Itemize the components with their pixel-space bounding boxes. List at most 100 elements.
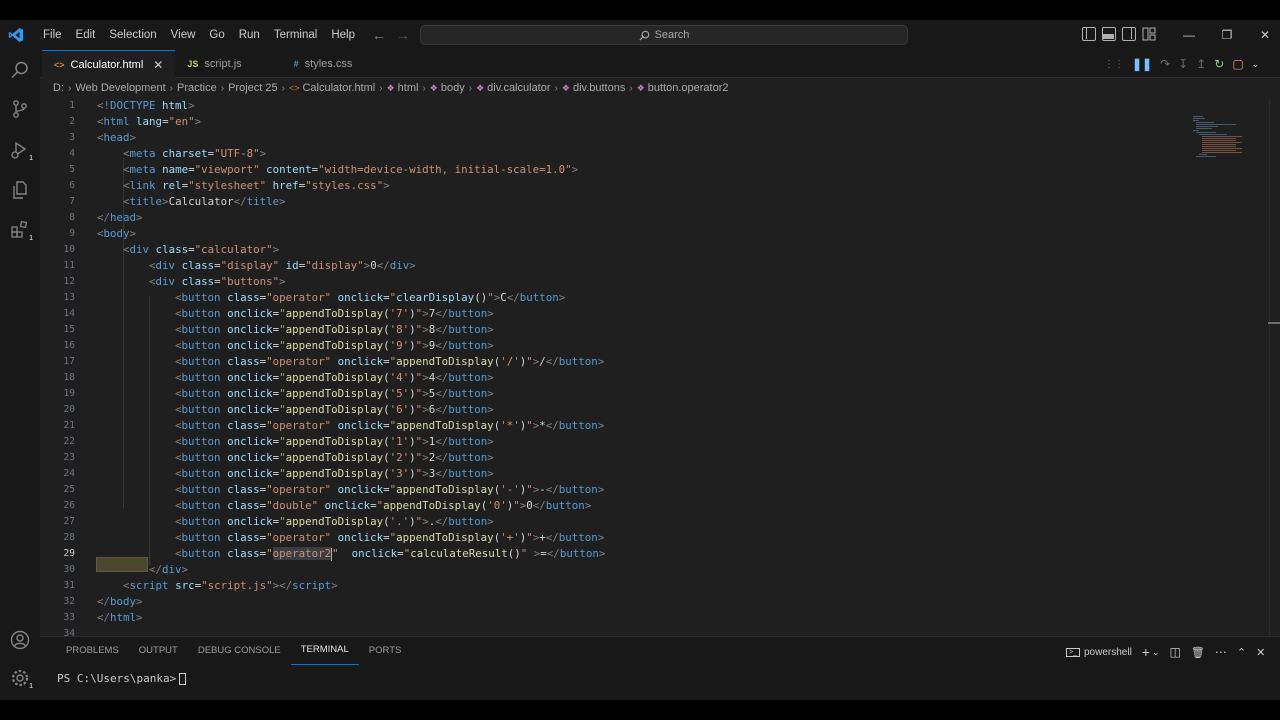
terminal-output[interactable]: PS C:\Users\panka>: [57, 672, 187, 685]
toggle-primary-sidebar-icon[interactable]: [1082, 27, 1096, 41]
code-line: 5 <meta name="viewport" content="width=d…: [69, 163, 579, 176]
nav-arrows: ← →: [372, 20, 410, 50]
tab-label: styles.css: [304, 58, 353, 70]
breadcrumb-item[interactable]: body: [441, 82, 465, 94]
menu-run[interactable]: Run: [232, 20, 267, 50]
extensions-icon[interactable]: 1: [8, 218, 33, 242]
chevron-right-icon: ›: [220, 82, 225, 94]
code-line: 8 </head>: [69, 211, 143, 224]
breadcrumb-item[interactable]: Practice: [177, 82, 217, 94]
breadcrumb-item[interactable]: div.buttons: [573, 82, 625, 94]
manage-badge: 1: [29, 683, 33, 690]
menu-go[interactable]: Go: [202, 20, 231, 50]
tab-debug-console[interactable]: DEBUG CONSOLE: [188, 637, 291, 665]
tab-calculator-html[interactable]: <> Calculator.html ✕: [42, 50, 176, 78]
chevron-right-icon: ›: [554, 82, 558, 94]
tab-problems[interactable]: PROBLEMS: [56, 637, 129, 665]
code-line: 28 <button class="operator" onclick="app…: [63, 531, 605, 544]
terminal-shell-label[interactable]: powershell: [1084, 647, 1132, 658]
tab-label: script.js: [204, 58, 242, 70]
menu-file[interactable]: File: [36, 20, 69, 50]
close-icon[interactable]: ✕: [153, 58, 163, 72]
restart-icon[interactable]: ↻: [1214, 57, 1224, 71]
stop-icon[interactable]: ▢: [1232, 57, 1243, 71]
debug-toolbar: ⋮⋮ ❚❚ ↷ ↧ ↥ ↻ ▢ ⌄: [1104, 54, 1259, 74]
forward-arrow-icon[interactable]: →: [396, 27, 410, 43]
menu-terminal[interactable]: Terminal: [267, 20, 324, 50]
chevron-right-icon: ›: [169, 82, 173, 94]
menu-edit[interactable]: Edit: [69, 20, 103, 50]
accounts-icon[interactable]: [8, 628, 32, 652]
tab-styles-css[interactable]: # styles.css: [282, 50, 365, 78]
code-line-current: 29 <button class="operator2" onclick="ca…: [63, 547, 606, 561]
minimap[interactable]: [1193, 116, 1249, 160]
step-out-icon[interactable]: ↥: [1196, 57, 1206, 71]
minimize-icon[interactable]: —: [1170, 20, 1208, 50]
js-file-icon: JS: [187, 59, 199, 69]
code-line: 26 <button class="double" onclick="appen…: [63, 499, 592, 512]
breadcrumb-item[interactable]: D:: [53, 82, 64, 94]
split-terminal-icon[interactable]: ◫: [1170, 645, 1181, 659]
breadcrumb-item[interactable]: div.calculator: [487, 82, 550, 94]
menu-bar: File Edit Selection View Go Run Terminal…: [36, 20, 362, 50]
tab-script-js[interactable]: JS script.js: [175, 50, 253, 78]
window-controls: — ❐ ✕: [1170, 20, 1280, 50]
search-icon: [639, 30, 649, 41]
back-arrow-icon[interactable]: ←: [372, 27, 386, 43]
terminal-shell-icon: >_: [1066, 647, 1080, 657]
customize-layout-icon[interactable]: [1142, 27, 1156, 41]
code-line: 32 </body>: [63, 595, 143, 608]
debug-badge: 1: [29, 155, 33, 162]
drag-handle-icon[interactable]: ⋮⋮: [1104, 59, 1124, 70]
tab-output[interactable]: OUTPUT: [129, 637, 188, 665]
pause-icon[interactable]: ❚❚: [1132, 57, 1152, 71]
search-icon[interactable]: [8, 58, 32, 82]
breadcrumb-item[interactable]: Project 25: [228, 82, 278, 94]
breadcrumb-item[interactable]: button.operator2: [648, 82, 729, 94]
explorer-icon[interactable]: [8, 178, 32, 202]
code-line: 31 <script src="script.js"></script>: [63, 579, 338, 592]
step-over-icon[interactable]: ↷: [1160, 57, 1170, 71]
title-bar: File Edit Selection View Go Run Terminal…: [0, 20, 1280, 50]
restore-icon[interactable]: ❐: [1208, 20, 1246, 50]
chevron-right-icon: ›: [379, 82, 383, 94]
editor-scrollbar[interactable]: [1269, 98, 1280, 636]
chevron-down-icon[interactable]: ⌄: [1152, 647, 1160, 658]
tab-terminal[interactable]: TERMINAL: [290, 637, 359, 665]
run-and-debug-icon[interactable]: 1: [8, 138, 33, 162]
chevron-down-icon[interactable]: ⌄: [1252, 59, 1260, 70]
breadcrumb: D: › Web Development › Practice › Projec…: [40, 78, 1280, 98]
tab-ports[interactable]: PORTS: [359, 637, 412, 665]
scrollbar-thumb[interactable]: [1268, 322, 1280, 324]
toggle-secondary-sidebar-icon[interactable]: [1122, 27, 1136, 41]
element-icon: ❖: [636, 82, 645, 93]
breadcrumb-item[interactable]: Web Development: [75, 82, 165, 94]
maximize-panel-icon[interactable]: ⌃: [1237, 646, 1246, 659]
menu-help[interactable]: Help: [324, 20, 362, 50]
code-line: 16 <button onclick="appendToDisplay('9')…: [63, 339, 494, 352]
command-center-search[interactable]: Search: [420, 25, 908, 45]
toggle-panel-icon[interactable]: [1102, 27, 1116, 41]
code-line: 22 <button onclick="appendToDisplay('1')…: [63, 435, 494, 448]
menu-selection[interactable]: Selection: [102, 20, 163, 50]
chevron-right-icon: ›: [281, 82, 285, 94]
close-window-icon[interactable]: ✕: [1246, 20, 1280, 50]
code-line: 7 <title>Calculator</title>: [69, 195, 286, 208]
breadcrumb-item[interactable]: Calculator.html: [302, 82, 375, 94]
code-line: 33 </html>: [63, 611, 143, 624]
source-control-icon[interactable]: [8, 97, 32, 121]
close-panel-icon[interactable]: ✕: [1256, 646, 1265, 659]
more-actions-icon[interactable]: ⋯: [1215, 645, 1227, 659]
code-line: 12 <div class="buttons">: [63, 275, 286, 288]
manage-gear-icon[interactable]: 1: [8, 666, 33, 690]
new-terminal-icon[interactable]: +: [1142, 644, 1150, 660]
activity-bar: 1 1 1: [0, 50, 40, 700]
code-line: 21 <button class="operator" onclick="app…: [63, 419, 605, 432]
chevron-right-icon: ›: [629, 82, 633, 94]
trash-icon[interactable]: 🗑: [1191, 646, 1205, 659]
code-line: 1 <!DOCTYPE html>: [69, 99, 195, 112]
step-into-icon[interactable]: ↧: [1178, 57, 1188, 71]
menu-view[interactable]: View: [164, 20, 203, 50]
breadcrumb-item[interactable]: html: [398, 82, 419, 94]
code-editor[interactable]: 1 <!DOCTYPE html> 2 <html lang="en"> 3 <hea…: [40, 98, 1269, 636]
